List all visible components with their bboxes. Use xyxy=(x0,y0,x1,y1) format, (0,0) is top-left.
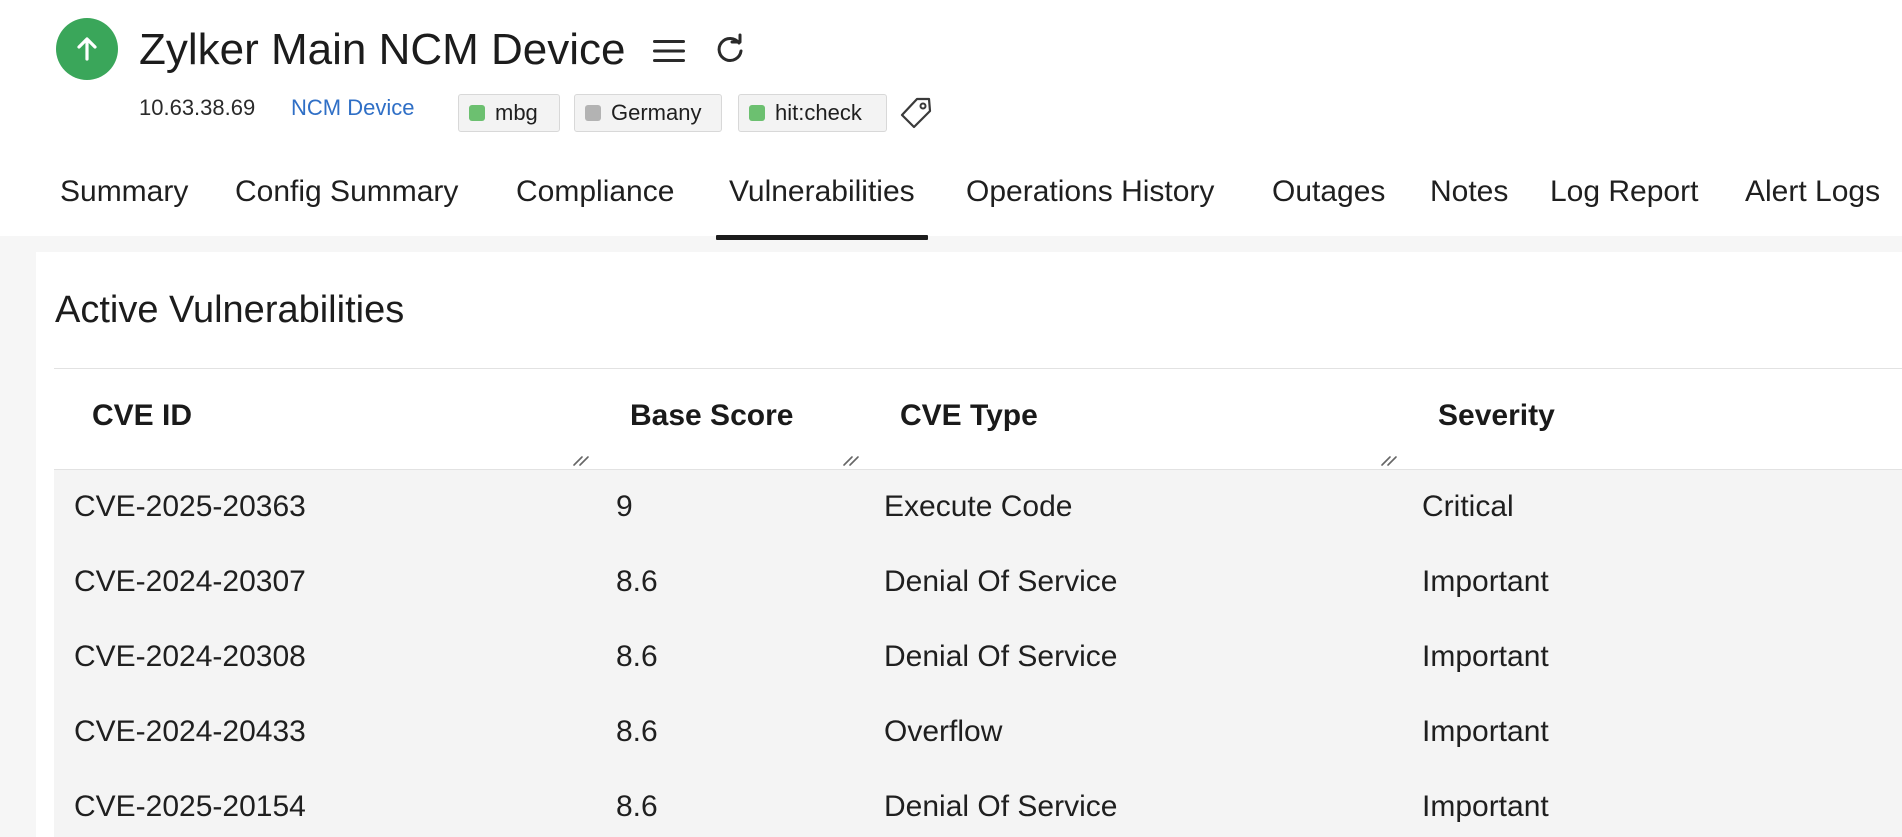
table-row[interactable]: CVE-2024-20307 8.6 Denial Of Service Imp… xyxy=(54,545,1902,620)
tag-hit-check: hit:check xyxy=(738,94,887,132)
cell-severity: Important xyxy=(1422,715,1549,748)
tab-alert-logs[interactable]: Alert Logs xyxy=(1745,170,1880,236)
tab-operations-history[interactable]: Operations History xyxy=(966,170,1214,236)
tab-log-report[interactable]: Log Report xyxy=(1550,170,1698,236)
cell-cve-id: CVE-2024-20433 xyxy=(74,715,306,748)
tag-color-swatch xyxy=(749,105,765,121)
tag-icon[interactable] xyxy=(899,96,933,130)
tab-summary[interactable]: Summary xyxy=(60,170,188,236)
tag-germany: Germany xyxy=(574,94,722,132)
table-body: CVE-2025-20363 9 Execute Code Critical C… xyxy=(54,470,1902,837)
tab-bar: Summary Config Summary Compliance Vulner… xyxy=(0,170,1902,240)
cell-cve-id: CVE-2024-20308 xyxy=(74,640,306,673)
cell-severity: Critical xyxy=(1422,490,1514,523)
column-resize-handle[interactable] xyxy=(1380,449,1398,467)
cell-cve-type: Overflow xyxy=(884,715,1003,748)
cell-cve-type: Denial Of Service xyxy=(884,790,1118,823)
cell-base-score: 8.6 xyxy=(616,790,658,823)
tab-outages[interactable]: Outages xyxy=(1272,170,1385,236)
hamburger-menu-icon[interactable] xyxy=(651,36,687,66)
cell-base-score: 8.6 xyxy=(616,640,658,673)
device-title: Zylker Main NCM Device xyxy=(139,25,626,74)
column-resize-handle[interactable] xyxy=(572,449,590,467)
table-row[interactable]: CVE-2024-20433 8.6 Overflow Important xyxy=(54,695,1902,770)
table-row[interactable]: CVE-2025-20154 8.6 Denial Of Service Imp… xyxy=(54,770,1902,837)
device-ip: 10.63.38.69 xyxy=(139,95,256,120)
column-header-severity[interactable]: Severity xyxy=(1438,399,1555,433)
device-header: Zylker Main NCM Device 10.63.38.69 NCM D… xyxy=(0,0,1902,240)
cell-cve-id: CVE-2025-20363 xyxy=(74,490,306,523)
tag-color-swatch xyxy=(585,105,601,121)
cell-severity: Important xyxy=(1422,790,1549,823)
cell-base-score: 8.6 xyxy=(616,715,658,748)
column-resize-handle[interactable] xyxy=(842,449,860,467)
tab-notes[interactable]: Notes xyxy=(1430,170,1508,236)
cell-cve-id: CVE-2024-20307 xyxy=(74,565,306,598)
tab-vulnerabilities[interactable]: Vulnerabilities xyxy=(716,170,928,240)
cell-cve-type: Execute Code xyxy=(884,490,1073,523)
vulnerabilities-table: CVE ID Base Score CVE Type Severity CVE-… xyxy=(54,368,1902,837)
tag-label: mbg xyxy=(495,100,538,125)
cell-severity: Important xyxy=(1422,640,1549,673)
tag-color-swatch xyxy=(469,105,485,121)
section-title: Active Vulnerabilities xyxy=(55,289,405,331)
tag-mbg: mbg xyxy=(458,94,560,132)
table-row[interactable]: CVE-2024-20308 8.6 Denial Of Service Imp… xyxy=(54,620,1902,695)
device-type-link[interactable]: NCM Device xyxy=(291,94,414,122)
cell-cve-type: Denial Of Service xyxy=(884,565,1118,598)
refresh-icon[interactable] xyxy=(713,32,747,66)
tab-compliance[interactable]: Compliance xyxy=(516,170,674,236)
cell-cve-type: Denial Of Service xyxy=(884,640,1118,673)
cell-base-score: 8.6 xyxy=(616,565,658,598)
cell-cve-id: CVE-2025-20154 xyxy=(74,790,306,823)
column-header-cve-type[interactable]: CVE Type xyxy=(900,399,1038,433)
tab-config-summary[interactable]: Config Summary xyxy=(235,170,458,236)
column-header-cve-id[interactable]: CVE ID xyxy=(92,399,192,433)
cell-base-score: 9 xyxy=(616,490,633,523)
table-header: CVE ID Base Score CVE Type Severity xyxy=(54,368,1902,470)
tag-label: Germany xyxy=(611,100,702,125)
table-row[interactable]: CVE-2025-20363 9 Execute Code Critical xyxy=(54,470,1902,545)
column-header-base-score[interactable]: Base Score xyxy=(630,399,793,433)
arrow-up-icon xyxy=(56,18,118,80)
cell-severity: Important xyxy=(1422,565,1549,598)
tag-label: hit:check xyxy=(775,100,862,125)
